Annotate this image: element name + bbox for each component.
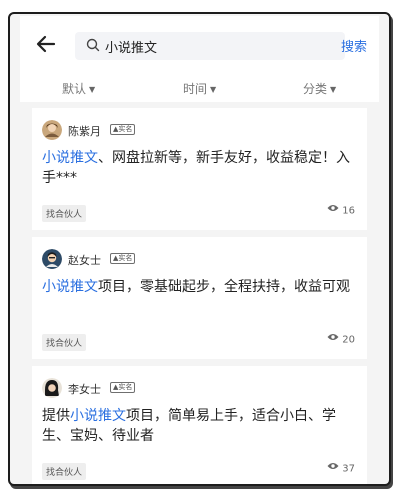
post-text: 小说推文、网盘拉新等，新手友好，收益稳定！入手***	[42, 148, 355, 188]
view-count-value: 16	[342, 205, 355, 217]
post-card[interactable]: 陈紫月 ▲实名 小说推文、网盘拉新等，新手友好，收益稳定！入手*** 找合伙人 …	[32, 108, 367, 230]
keyword-highlight: 小说推文	[42, 279, 98, 295]
caret-down-icon: ▼	[89, 85, 96, 94]
keyword-highlight: 小说推文	[42, 150, 98, 166]
search-input[interactable]: 小说推文	[75, 32, 345, 60]
avatar	[42, 120, 62, 140]
header: 小说推文 搜索 默认 ▼ 时间 ▼ 分类 ▼	[20, 16, 379, 102]
post-card[interactable]: 李女士 ▲实名 提供小说推文项目，简单易上手，适合小白、学生、宝妈、待业者 找合…	[32, 366, 367, 484]
text-after: 项目，零基础起步，全程扶持，收益可观	[98, 279, 350, 295]
filter-category[interactable]: 分类 ▼	[303, 80, 336, 97]
username: 李女士	[68, 383, 101, 396]
category-tag: 找合伙人	[42, 463, 87, 480]
eye-icon	[327, 333, 339, 344]
avatar	[42, 378, 62, 398]
filter-label: 分类	[303, 82, 328, 96]
phone-frame: 小说推文 搜索 默认 ▼ 时间 ▼ 分类 ▼ 陈紫月 ▲实名 小说推文、网盘拉新…	[8, 12, 391, 486]
category-tag: 找合伙人	[42, 334, 87, 351]
back-arrow-icon[interactable]	[36, 34, 56, 54]
filter-bar: 默认 ▼ 时间 ▼ 分类 ▼	[20, 72, 379, 102]
view-count: 37	[327, 463, 355, 475]
view-count: 20	[327, 334, 355, 346]
avatar	[42, 249, 62, 269]
eye-icon	[327, 462, 339, 473]
view-count: 16	[327, 205, 355, 217]
search-button[interactable]: 搜索	[341, 36, 367, 55]
username: 赵女士	[68, 254, 101, 267]
caret-down-icon: ▼	[330, 85, 337, 94]
screen: 小说推文 搜索 默认 ▼ 时间 ▼ 分类 ▼ 陈紫月 ▲实名 小说推文、网盘拉新…	[20, 16, 379, 484]
verified-badge: ▲实名	[110, 382, 136, 393]
category-tag: 找合伙人	[42, 205, 87, 222]
eye-icon	[327, 204, 339, 215]
filter-default[interactable]: 默认 ▼	[62, 80, 95, 97]
filter-label: 默认	[62, 82, 87, 96]
filter-time[interactable]: 时间 ▼	[183, 80, 216, 97]
text-before: 提供	[42, 408, 70, 424]
username: 陈紫月	[68, 125, 101, 138]
filter-label: 时间	[183, 82, 208, 96]
post-text: 提供小说推文项目，简单易上手，适合小白、学生、宝妈、待业者	[42, 406, 355, 446]
caret-down-icon: ▼	[210, 85, 217, 94]
search-query: 小说推文	[105, 41, 158, 56]
view-count-value: 37	[342, 463, 355, 475]
search-icon	[85, 37, 101, 53]
view-count-value: 20	[342, 334, 355, 346]
post-text: 小说推文项目，零基础起步，全程扶持，收益可观	[42, 277, 355, 297]
post-card[interactable]: 赵女士 ▲实名 小说推文项目，零基础起步，全程扶持，收益可观 找合伙人 20	[32, 237, 367, 359]
verified-badge: ▲实名	[110, 253, 136, 264]
keyword-highlight: 小说推文	[70, 408, 126, 424]
verified-badge: ▲实名	[110, 124, 136, 135]
